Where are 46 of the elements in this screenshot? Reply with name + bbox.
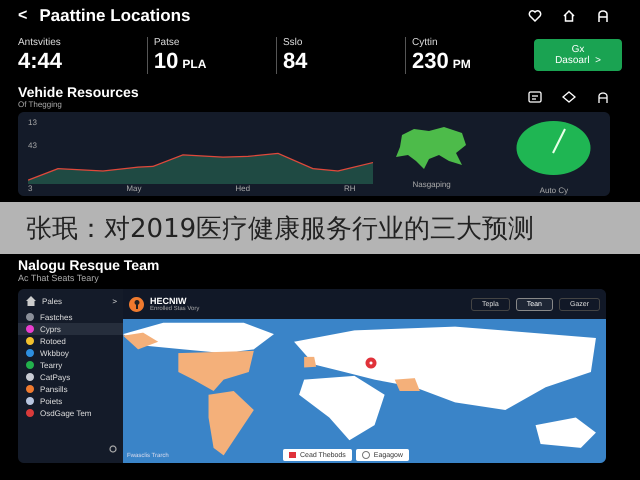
heart-icon[interactable] — [528, 9, 542, 23]
sidebar-item[interactable]: OsdGage Tem — [18, 407, 123, 419]
team-subtitle: Ac That Seats Teary — [18, 273, 100, 283]
axis-label: 13 — [28, 118, 38, 127]
stat-label: Sslo — [282, 36, 304, 48]
stat-value: 84 — [282, 48, 308, 72]
diamond-icon[interactable] — [562, 90, 576, 102]
sidebar-item[interactable]: Pansills — [18, 383, 123, 395]
stat-label: Antsvities — [18, 36, 62, 48]
section-subtitle: Of Thegging — [18, 100, 63, 109]
house-icon — [26, 296, 36, 306]
sidebar-item[interactable]: CatPays — [18, 371, 123, 383]
section-title: Vehide Resources — [18, 84, 139, 100]
stat-unit: PLA — [182, 56, 206, 70]
stat-label: Patse — [154, 36, 180, 48]
stat-label: Cyttin — [412, 36, 439, 48]
sidebar-header[interactable]: Pales > — [18, 293, 123, 311]
sidebar-item[interactable]: Tearry — [18, 359, 123, 371]
sidebar-item[interactable]: Wkbboy — [18, 347, 123, 359]
sidebar-item[interactable]: Poiets — [18, 395, 123, 407]
caption-banner: 张珉：对2019医疗健康服务行业的三大预测 — [0, 202, 640, 254]
axis-label: 3 — [28, 184, 32, 193]
stat-value: 230 — [412, 48, 449, 72]
sidebar-item[interactable]: Fastches — [18, 311, 123, 323]
card-icon[interactable] — [528, 90, 542, 102]
arch-icon[interactable] — [596, 9, 610, 23]
sidebar-item[interactable]: Cyprs — [18, 323, 123, 335]
logo-icon — [129, 296, 144, 312]
gauge-icon — [516, 120, 592, 176]
map-pin-icon[interactable] — [365, 357, 377, 369]
arch-icon[interactable] — [596, 90, 610, 102]
house-icon[interactable] — [562, 9, 576, 23]
page-title: Paattine Locations — [39, 6, 192, 26]
stat-unit: PM — [452, 56, 471, 70]
axis-label: Hed — [235, 184, 250, 193]
stat-value: 4:44 — [18, 48, 62, 72]
map-label: Nasgaping — [412, 180, 451, 189]
back-button[interactable]: < — [18, 7, 28, 25]
team-title: Nalogu Resque Team — [18, 257, 160, 273]
axis-label: May — [126, 184, 142, 193]
map-title: HECNIW — [150, 296, 188, 306]
axis-label: RH — [344, 184, 356, 193]
stat-value: 10 — [154, 48, 178, 72]
axis-label: 43 — [28, 141, 38, 150]
gauge-label: Auto Cy — [540, 186, 568, 194]
sidebar-item[interactable]: Rotoed — [18, 335, 123, 347]
